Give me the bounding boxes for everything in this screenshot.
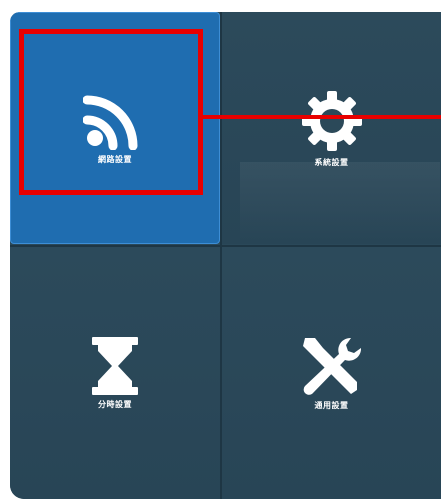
- general-settings-label: 通用設置: [314, 400, 349, 410]
- hourglass-icon: [92, 336, 138, 395]
- highlight-pointer-line: [203, 115, 441, 119]
- gear-icon: [301, 90, 362, 151]
- general-settings-tile[interactable]: 通用設置: [222, 247, 441, 499]
- timer-settings-tile[interactable]: 分時設置: [10, 247, 220, 499]
- screen-glare: [240, 162, 440, 242]
- tools-icon: [302, 337, 361, 395]
- timer-settings-label: 分時設置: [98, 399, 132, 409]
- highlight-box: [19, 29, 203, 195]
